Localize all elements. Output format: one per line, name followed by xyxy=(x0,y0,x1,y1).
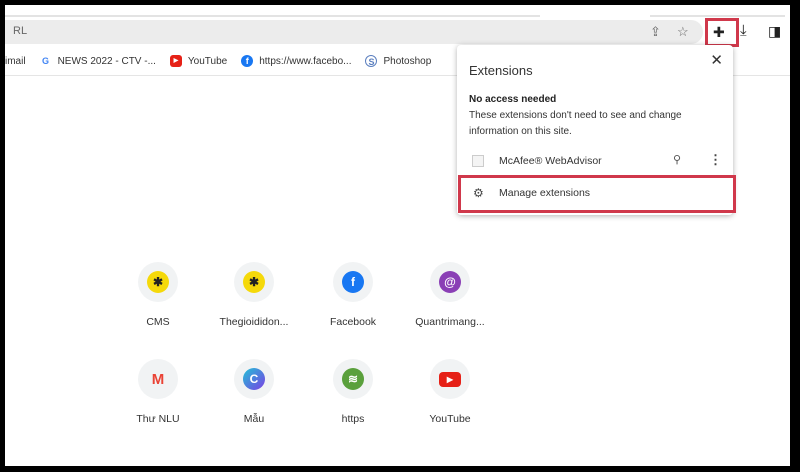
side-panel-icon[interactable]: ◨ xyxy=(768,23,781,40)
site-icon: @ xyxy=(439,271,461,293)
site-icon: ✱ xyxy=(147,271,169,293)
manage-extensions-button[interactable]: ⚙ Manage extensions xyxy=(458,175,736,213)
more-options-icon[interactable]: ⋮ xyxy=(709,152,722,168)
youtube-icon: ▶ xyxy=(439,371,461,387)
google-icon: G xyxy=(42,56,50,66)
popup-title: Extensions xyxy=(469,63,533,78)
shortcut-quantrimang[interactable]: @ Quantrimang... xyxy=(405,262,495,328)
address-text: RL xyxy=(13,25,28,37)
bookmark-label: YouTube xyxy=(187,55,228,67)
shortcut-label: Facebook xyxy=(329,316,377,328)
gear-icon: ⚙ xyxy=(473,186,484,200)
bookmark-youtube[interactable]: ▶ YouTube xyxy=(169,55,228,67)
section-heading: No access needed xyxy=(469,94,557,105)
close-icon[interactable]: ✕ xyxy=(710,51,723,69)
shortcut-cms[interactable]: ✱ CMS xyxy=(113,262,203,328)
shortcut-label: Thegioididon... xyxy=(219,316,289,328)
share-icon[interactable]: ⇪ xyxy=(650,24,661,40)
photoshop-icon: S xyxy=(365,55,378,67)
extension-name: McAfee® WebAdvisor xyxy=(499,155,602,167)
bookmark-photoshop[interactable]: S Photoshop xyxy=(365,55,431,67)
browser-window: RL ⇪ ☆ ✚ ⤓ ◨ imail G NEWS 2022 - CTV -...… xyxy=(5,5,790,466)
download-icon[interactable]: ⤓ xyxy=(740,22,747,39)
bookmark-star-icon[interactable]: ☆ xyxy=(677,24,689,40)
bookmark-label: imail xyxy=(5,55,26,67)
section-description: These extensions don't need to see and c… xyxy=(469,110,682,137)
shortcut-label: YouTube xyxy=(429,413,471,425)
shortcut-https[interactable]: ≋ https xyxy=(308,359,398,425)
shortcut-label: CMS xyxy=(146,316,170,328)
facebook-icon: f xyxy=(241,55,254,67)
bookmarks-bar: imail G NEWS 2022 - CTV -... ▶ YouTube f ht… xyxy=(5,50,445,72)
manage-extensions-label: Manage extensions xyxy=(499,187,591,199)
bookmark-label: Photoshop xyxy=(383,55,432,67)
extensions-puzzle-icon[interactable]: ✚ xyxy=(713,24,725,41)
bookmark-label: https://www.facebo... xyxy=(259,55,352,67)
address-bar[interactable]: RL ⇪ ☆ xyxy=(5,20,703,44)
shortcut-label: Mẫu xyxy=(243,413,265,425)
shortcut-thu-nlu[interactable]: M Thư NLU xyxy=(113,359,203,425)
shortcut-label: https xyxy=(341,413,365,425)
bookmark-label: NEWS 2022 - CTV -... xyxy=(57,55,156,67)
shortcut-thegioididong[interactable]: ✱ Thegioididon... xyxy=(209,262,299,328)
extension-icon xyxy=(472,155,484,167)
youtube-icon: ▶ xyxy=(169,55,182,67)
pin-icon[interactable]: ⚲ xyxy=(673,153,681,166)
shortcut-youtube[interactable]: ▶ YouTube xyxy=(405,359,495,425)
bookmark-news[interactable]: G NEWS 2022 - CTV -... xyxy=(40,55,156,67)
site-icon: ✱ xyxy=(243,271,265,293)
gmail-icon: M xyxy=(151,370,165,388)
shortcut-label: Thư NLU xyxy=(136,413,180,425)
tab-strip-line xyxy=(5,15,540,17)
bookmark-gmail[interactable]: imail xyxy=(5,56,26,67)
facebook-icon: f xyxy=(342,271,364,293)
shortcut-label: Quantrimang... xyxy=(415,316,485,328)
shortcut-facebook[interactable]: f Facebook xyxy=(308,262,398,328)
bookmark-facebook[interactable]: f https://www.facebo... xyxy=(241,55,351,67)
site-icon: ≋ xyxy=(342,368,364,390)
tab-strip-line xyxy=(650,15,785,17)
shortcut-mau[interactable]: C Mẫu xyxy=(209,359,299,425)
canva-icon: C xyxy=(243,368,265,390)
extension-item-mcafee[interactable]: McAfee® WebAdvisor ⚲ ⋮ xyxy=(457,148,733,174)
